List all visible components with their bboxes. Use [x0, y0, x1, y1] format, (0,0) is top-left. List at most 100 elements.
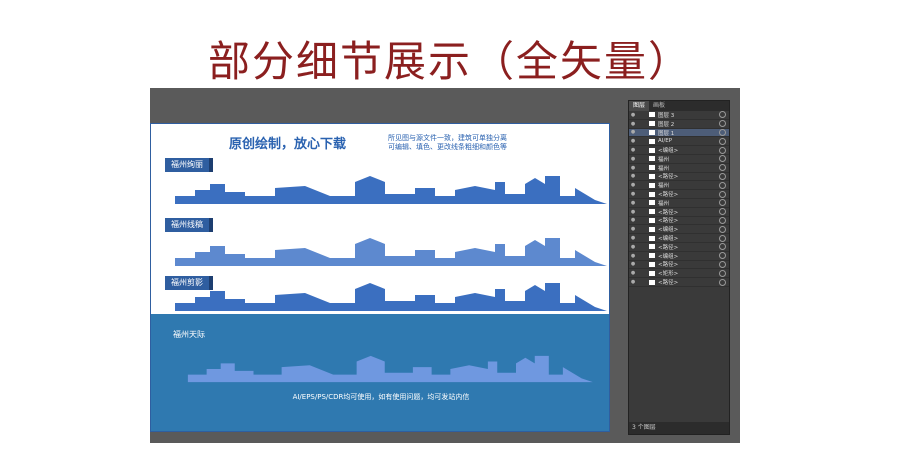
skyline-lineart [155, 238, 607, 266]
target-icon[interactable] [719, 252, 726, 260]
layer-name: <编组> [658, 227, 679, 234]
layer-row[interactable]: ● <编组> [629, 146, 729, 155]
layer-thumbnail [649, 112, 655, 118]
target-icon[interactable] [719, 155, 726, 163]
target-icon[interactable] [719, 278, 726, 286]
target-icon[interactable] [719, 216, 726, 224]
tab-layers[interactable]: 图层 [629, 101, 650, 111]
eye-icon[interactable]: ● [629, 253, 637, 259]
layer-row[interactable]: ● <矩形> [629, 269, 729, 279]
layer-thumbnail [649, 253, 655, 259]
row-label-colorful: 福州绚丽 [165, 158, 213, 172]
eye-icon[interactable]: ● [629, 165, 637, 171]
eye-icon[interactable]: ● [629, 279, 637, 285]
layer-thumbnail [649, 200, 655, 206]
layer-thumbnail [649, 270, 655, 276]
tab-artboards[interactable]: 画板 [649, 101, 669, 111]
layer-row[interactable]: ● <路径> [629, 243, 729, 252]
layer-row[interactable]: ● 福州 [629, 181, 729, 191]
target-icon[interactable] [719, 208, 726, 216]
layer-thumbnail [649, 191, 655, 197]
layer-name: <矩形> [658, 271, 679, 278]
target-icon[interactable] [719, 260, 726, 268]
target-icon[interactable] [719, 181, 726, 189]
layer-name: <路径> [658, 218, 679, 225]
layer-name: <编组> [658, 253, 679, 260]
eye-icon[interactable]: ● [629, 209, 637, 215]
artboard: 原创绘制，放心下载 所见图与源文件一致，建筑可单独分离 可编辑、填色、更改线条粗… [150, 123, 610, 432]
layer-row[interactable]: ● 图层 3 [629, 111, 729, 120]
row-label-lineart: 福州线稿 [165, 218, 213, 232]
target-icon[interactable] [719, 164, 726, 172]
target-icon[interactable] [719, 172, 726, 180]
artboard-footer: AI/EPS/PS/CDR均可使用，如有使用问题，均可发站内信 [292, 393, 470, 401]
layers-panel: 图层 画板 ● 图层 3 ● 图层 2 ● 图层 1 ● AI/EP ● <编组> ● 福州 ● 福州 ● <… [628, 100, 730, 435]
layer-row[interactable]: ● AI/EP [629, 137, 729, 147]
layer-row[interactable]: ● 图层 1 [629, 128, 729, 138]
eye-icon[interactable]: ● [629, 270, 637, 276]
row-label-skyline: 福州天际 [173, 330, 205, 339]
target-icon[interactable] [719, 120, 726, 128]
eye-icon[interactable]: ● [629, 261, 637, 267]
layer-thumbnail [649, 279, 655, 285]
eye-icon[interactable]: ● [629, 121, 637, 127]
layer-name: 图层 2 [658, 121, 675, 128]
eye-icon[interactable]: ● [629, 217, 637, 223]
night-skyline-band: 福州天际 AI/EPS/PS/CDR均可使用，如有使用问题，均可发站内信 [151, 314, 609, 431]
eye-icon[interactable]: ● [629, 226, 637, 232]
target-icon[interactable] [719, 146, 726, 154]
layer-name: <路径> [658, 280, 679, 287]
eye-icon[interactable]: ● [629, 244, 637, 250]
skyline-night [169, 355, 593, 383]
skyline-colorful [155, 176, 607, 204]
layer-row[interactable]: ● 福州 [629, 199, 729, 208]
eye-icon[interactable]: ● [629, 129, 637, 135]
layer-name: AI/EP [658, 138, 673, 145]
eye-icon[interactable]: ● [629, 112, 637, 118]
layer-row[interactable]: ● 福州 [629, 155, 729, 164]
eye-icon[interactable]: ● [629, 138, 637, 144]
eye-icon[interactable]: ● [629, 182, 637, 188]
target-icon[interactable] [719, 111, 726, 119]
layer-thumbnail [649, 138, 655, 144]
layer-row[interactable]: ● <路径> [629, 208, 729, 217]
eye-icon[interactable]: ● [629, 156, 637, 162]
layer-thumbnail [649, 217, 655, 223]
layer-row[interactable]: ● <路径> [629, 260, 729, 270]
layer-name: <路径> [658, 174, 679, 181]
target-icon[interactable] [719, 243, 726, 251]
target-icon[interactable] [719, 137, 726, 145]
layer-thumbnail [649, 147, 655, 153]
layer-row[interactable]: ● <路径> [629, 216, 729, 226]
layer-row[interactable]: ● <路径> [629, 172, 729, 182]
artboard-notes: 所见图与源文件一致，建筑可单独分离 可编辑、填色、更改线条粗细和颜色等 [388, 134, 507, 152]
target-icon[interactable] [719, 269, 726, 277]
eye-icon[interactable]: ● [629, 173, 637, 179]
eye-icon[interactable]: ● [629, 200, 637, 206]
layer-row[interactable]: ● <路径> [629, 190, 729, 199]
eye-icon[interactable]: ● [629, 147, 637, 153]
layer-thumbnail [649, 165, 655, 171]
layer-name: 图层 1 [658, 130, 675, 137]
layer-row[interactable]: ● <编组> [629, 252, 729, 261]
layer-row[interactable]: ● 图层 2 [629, 120, 729, 129]
layer-name: 图层 3 [658, 112, 675, 119]
layer-thumbnail [649, 182, 655, 188]
layer-row[interactable]: ● <编组> [629, 225, 729, 235]
target-icon[interactable] [719, 190, 726, 198]
target-icon[interactable] [719, 225, 726, 233]
layer-name: <路径> [658, 209, 679, 216]
layer-name: 福州 [658, 165, 670, 172]
target-icon[interactable] [719, 234, 726, 242]
layer-row[interactable]: ● 福州 [629, 164, 729, 173]
illustrator-workspace: 原创绘制，放心下载 所见图与源文件一致，建筑可单独分离 可编辑、填色、更改线条粗… [150, 88, 740, 443]
layer-thumbnail [649, 121, 655, 127]
eye-icon[interactable]: ● [629, 191, 637, 197]
target-icon[interactable] [719, 128, 726, 136]
skyline-silhouette [155, 283, 607, 311]
layer-row[interactable]: ● <路径> [629, 278, 729, 287]
layer-list: ● 图层 3 ● 图层 2 ● 图层 1 ● AI/EP ● <编组> ● 福州 ● 福州 ● <路径> ● 福州… [629, 111, 729, 287]
layer-row[interactable]: ● <编组> [629, 234, 729, 243]
target-icon[interactable] [719, 199, 726, 207]
eye-icon[interactable]: ● [629, 235, 637, 241]
